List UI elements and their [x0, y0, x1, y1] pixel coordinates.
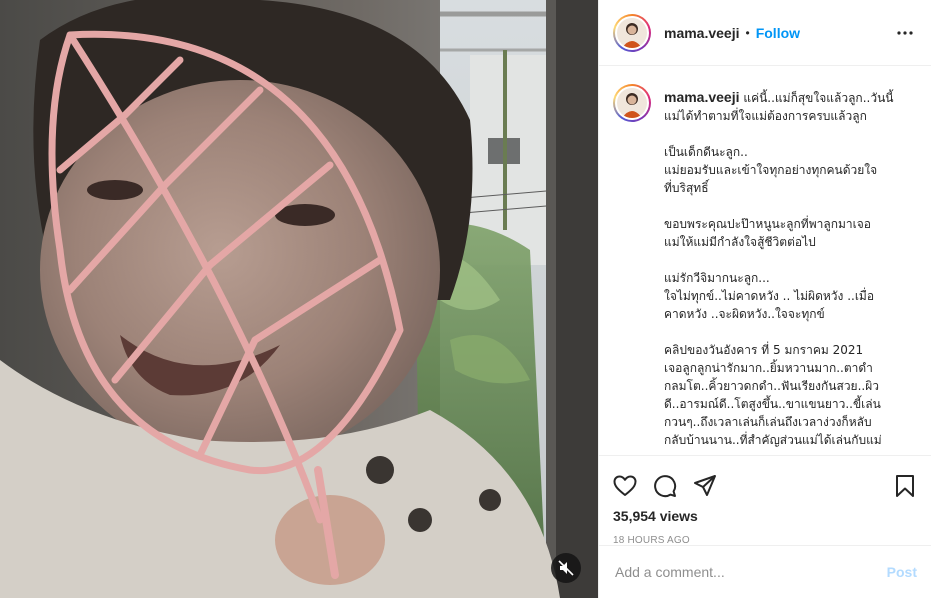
caption-line: แม่ยอมรับและเข้าใจทุกอย่างทุกคนด้วยใจ [664, 163, 878, 177]
post-actions: 35,954 views 18 HOURS AGO [599, 455, 931, 546]
save-button[interactable] [893, 474, 917, 498]
avatar[interactable] [613, 84, 651, 122]
caption-username[interactable]: mama.veeji [664, 89, 740, 105]
avatar[interactable] [613, 13, 651, 52]
comment-icon [654, 475, 677, 498]
post-comment-button[interactable]: Post [887, 564, 917, 580]
view-count[interactable]: 35,954 views [613, 508, 915, 524]
caption-line: แค่นี้..แม่ก็สุขใจแล้วลูก..วันนี้ [743, 91, 894, 105]
comment-button[interactable] [653, 474, 677, 498]
caption-line: แม่ให้แม่มีกำลังใจสู้ชีวิตต่อไป [664, 235, 816, 249]
caption-line: คลิปของวันอังคาร ที่ 5 มกราคม 2021 [664, 343, 864, 357]
comment-form: Post [599, 545, 931, 598]
post-viewer: mama.veeji • Follow mama.veeji แค่นี้..แ… [0, 0, 931, 598]
caption-line: แม่รักวีจิมากนะลูก... [664, 271, 770, 285]
comment-input[interactable] [615, 564, 887, 580]
post-side-panel: mama.veeji • Follow mama.veeji แค่นี้..แ… [598, 0, 931, 598]
comments-area[interactable]: mama.veeji แค่นี้..แม่ก็สุขใจแล้วลูก..วั… [599, 66, 931, 455]
caption: mama.veeji แค่นี้..แม่ก็สุขใจแล้วลูก..วั… [613, 84, 915, 449]
caption-line: แม่ได้ทำตามที่ใจแม่ต้องการครบแล้วลูก [664, 109, 867, 123]
caption-line: กลมโต..คิ้วยาวดกดำ..ฟันเรียงกันสวย..ผิว [664, 379, 879, 393]
profile-photo [617, 17, 647, 48]
separator-dot: • [745, 25, 750, 40]
video-frame [0, 0, 598, 598]
caption-line: ดี..อารมณ์ดี..โตสูงขึ้น..ขาแขนยาว..ขี้เล… [664, 397, 881, 411]
profile-photo [617, 88, 647, 118]
share-button[interactable] [693, 474, 717, 498]
username[interactable]: mama.veeji [664, 25, 740, 41]
more-options-icon [897, 30, 913, 35]
caption-line: กวนๆ..ถึงเวลาเล่นก็เล่นถึงเวลาง่วงก็หลับ [664, 415, 872, 429]
caption-line: เจอลูกลูกน่ารักมาก..ยิ้มหวานมาก..ตาดำ [664, 361, 873, 375]
post-header: mama.veeji • Follow [599, 0, 931, 66]
mute-toggle-button[interactable] [551, 553, 581, 583]
more-options-button[interactable] [893, 21, 917, 45]
share-icon [694, 475, 716, 496]
caption-line: ใจไม่ทุกข์..ไม่คาดหวัง .. ไม่ผิดหวัง ..เ… [664, 289, 875, 303]
caption-line: ที่บริสุทธิ์ [664, 181, 709, 195]
follow-button[interactable]: Follow [756, 25, 800, 41]
post-video[interactable] [0, 0, 598, 598]
caption-text: mama.veeji แค่นี้..แม่ก็สุขใจแล้วลูก..วั… [664, 88, 893, 449]
action-icons [613, 466, 915, 506]
like-button[interactable] [613, 474, 637, 498]
caption-line: คาดหวัง ..จะผิดหวัง..ใจจะทุกข์ [664, 307, 825, 321]
bookmark-icon [896, 475, 914, 497]
heart-icon [613, 475, 637, 496]
speaker-muted-icon [558, 560, 574, 576]
caption-line: เป็นเด็กดีนะลูก.. [664, 145, 748, 159]
caption-line: ขอบพระคุณปะป๊าหนูนะลูกที่พาลูกมาเจอ [664, 217, 871, 231]
caption-line: กลับบ้านนาน..ที่สำคัญส่วนแม่ได้เล่นกับแม… [664, 433, 882, 447]
post-timestamp[interactable]: 18 HOURS AGO [613, 535, 915, 546]
